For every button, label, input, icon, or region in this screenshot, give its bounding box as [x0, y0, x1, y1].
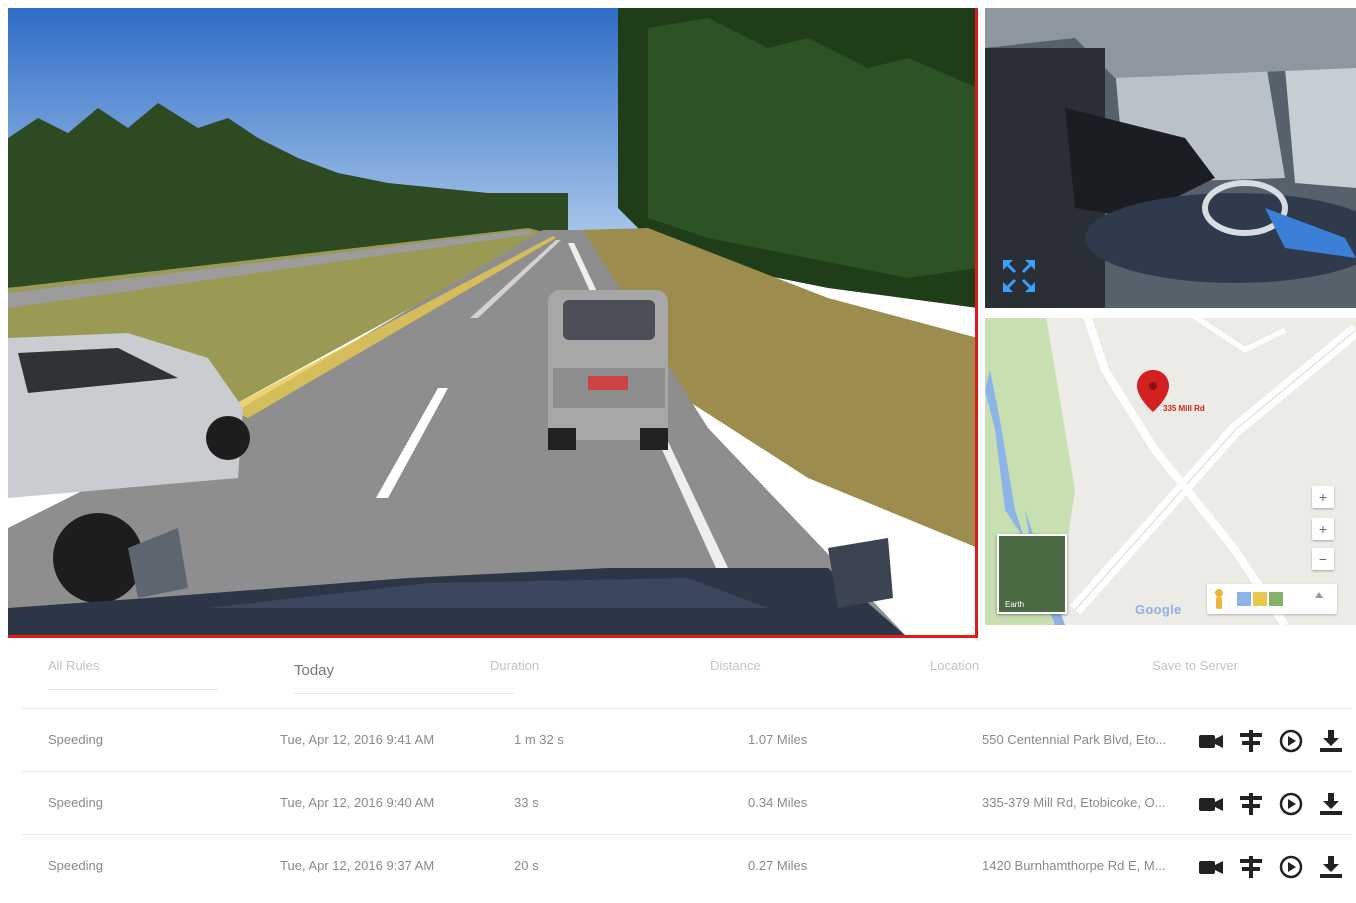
video-review-window: 335 Mill Rd Earth + + − Google All Rules…: [0, 0, 1356, 903]
distance-cell: 1.07 Miles: [748, 732, 808, 747]
map-pin-label: 335 Mill Rd: [1163, 404, 1205, 413]
zoom-in-button[interactable]: +: [1312, 518, 1334, 540]
download-icon[interactable]: [1318, 729, 1344, 753]
save-to-server-header[interactable]: Save to Server: [1152, 658, 1238, 673]
duration-cell: 20 s: [514, 858, 539, 873]
duration-cell: 1 m 32 s: [514, 732, 564, 747]
expand-icon[interactable]: [999, 256, 1039, 296]
satellite-toggle[interactable]: Earth: [997, 534, 1067, 614]
date-cell: Tue, Apr 12, 2016 9:41 AM: [280, 732, 435, 747]
cab-video-frame: [985, 8, 1356, 308]
location-header[interactable]: Location: [930, 658, 979, 673]
download-icon[interactable]: [1318, 855, 1344, 879]
date-cell: Tue, Apr 12, 2016 9:40 AM: [280, 795, 435, 810]
table-row[interactable]: Speeding Tue, Apr 12, 2016 9:40 AM 33 s …: [22, 771, 1352, 834]
video-camera-icon[interactable]: [1198, 729, 1224, 753]
zoom-out-button[interactable]: −: [1312, 548, 1334, 570]
table-row[interactable]: Speeding Tue, Apr 12, 2016 9:41 AM 1 m 3…: [22, 708, 1352, 771]
driver-camera-view[interactable]: [985, 8, 1356, 308]
download-icon[interactable]: [1318, 792, 1344, 816]
date-filter[interactable]: Today: [294, 662, 514, 694]
street-view-pegman-icon: [1215, 589, 1223, 597]
forward-camera-view[interactable]: [8, 8, 978, 638]
vehicle-ahead: [548, 290, 668, 450]
road-video-frame: [8, 8, 975, 635]
map-fullscreen-button[interactable]: +: [1312, 486, 1334, 508]
satellite-label: Earth: [1005, 600, 1025, 609]
rule-cell: Speeding: [48, 858, 103, 873]
events-table: All Rules Today Duration Distance Locati…: [22, 640, 1352, 879]
location-cell: 335-379 Mill Rd, Etobicoke, O...: [982, 795, 1166, 810]
distance-cell: 0.27 Miles: [748, 858, 808, 873]
play-circle-icon[interactable]: [1278, 792, 1304, 816]
location-map[interactable]: 335 Mill Rd Earth + + − Google: [985, 310, 1356, 625]
road-sign-icon[interactable]: [1238, 792, 1264, 816]
video-camera-icon[interactable]: [1198, 855, 1224, 879]
duration-cell: 33 s: [514, 795, 539, 810]
location-cell: 1420 Burnhamthorpe Rd E, M...: [982, 858, 1166, 873]
distance-cell: 0.34 Miles: [748, 795, 808, 810]
road-sign-icon[interactable]: [1238, 855, 1264, 879]
rule-cell: Speeding: [48, 795, 103, 810]
date-cell: Tue, Apr 12, 2016 9:37 AM: [280, 858, 435, 873]
table-row[interactable]: Speeding Tue, Apr 12, 2016 9:37 AM 20 s …: [22, 834, 1352, 897]
rule-cell: Speeding: [48, 732, 103, 747]
play-circle-icon[interactable]: [1278, 855, 1304, 879]
play-circle-icon[interactable]: [1278, 729, 1304, 753]
duration-header[interactable]: Duration: [490, 658, 539, 673]
table-header: All Rules Today Duration Distance Locati…: [22, 640, 1352, 708]
location-cell: 550 Centennial Park Blvd, Eto...: [982, 732, 1167, 747]
google-logo: Google: [1135, 602, 1182, 617]
road-sign-icon[interactable]: [1238, 729, 1264, 753]
distance-header[interactable]: Distance: [710, 658, 761, 673]
map-tools-bar[interactable]: [1207, 584, 1337, 614]
rules-filter[interactable]: All Rules: [48, 658, 218, 690]
video-camera-icon[interactable]: [1198, 792, 1224, 816]
